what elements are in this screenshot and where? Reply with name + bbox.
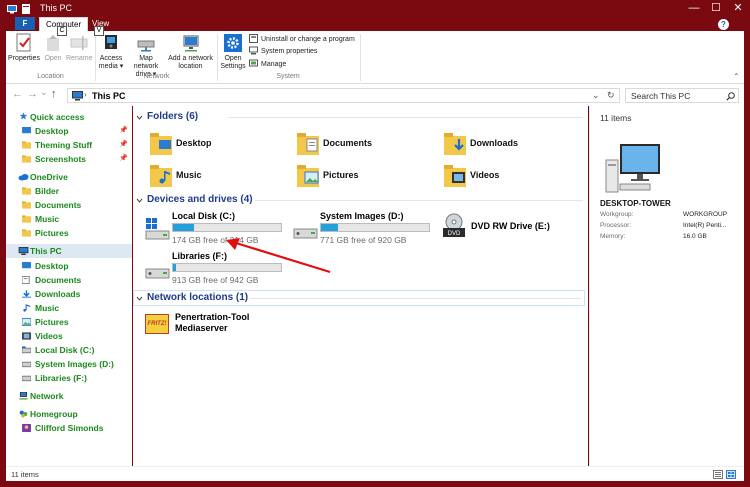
large-icons-view-icon[interactable] — [726, 470, 736, 479]
explorer-window: This PC — ☐ ✕ F Computer View C V ? Prop… — [0, 0, 750, 487]
details-workgroup-label: Workgroup: — [600, 211, 634, 218]
details-view-icon[interactable] — [713, 470, 723, 479]
details-memory-value: 16.0 GB — [683, 233, 707, 240]
keytip-v: V — [94, 26, 104, 36]
details-workgroup-value: WORKGROUP — [683, 211, 728, 218]
details-pane: 11 items DESKTOP-TOWER Workgroup: WORKGR… — [589, 106, 744, 466]
details-memory-label: Memory: — [600, 233, 626, 240]
status-bar: 11 items — [6, 466, 744, 481]
details-item-count: 11 items — [600, 113, 632, 123]
keytip-c: C — [57, 26, 67, 36]
computer-large-icon — [605, 144, 660, 193]
status-item-count: 11 items — [11, 470, 39, 479]
details-computer-name: DESKTOP-TOWER — [600, 199, 671, 208]
details-processor-label: Processor: — [600, 222, 632, 229]
details-processor-value: Intel(R) Penti... — [683, 222, 727, 229]
